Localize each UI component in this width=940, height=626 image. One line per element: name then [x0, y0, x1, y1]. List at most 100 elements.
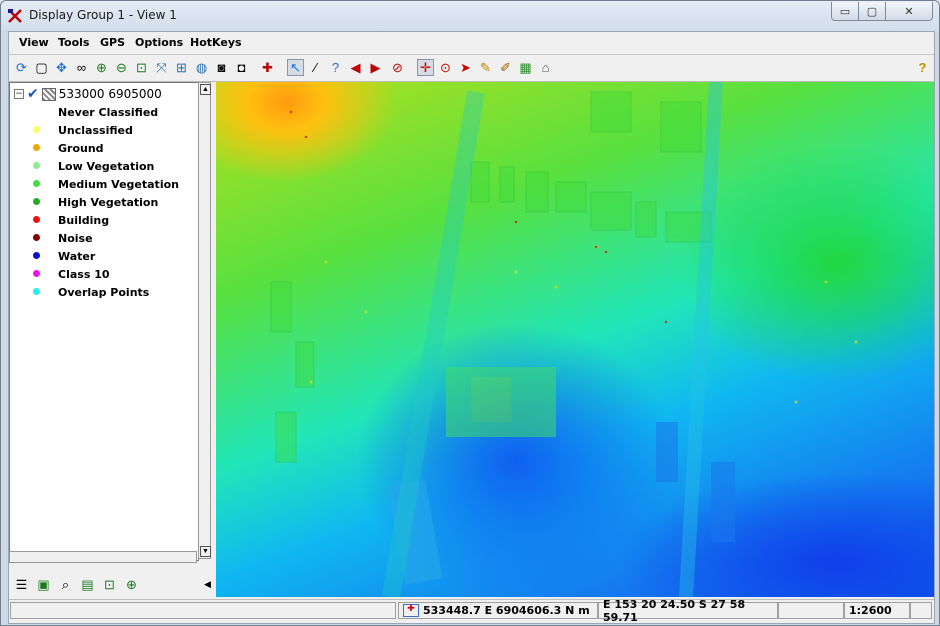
globe-icon[interactable]: ◍ [193, 59, 210, 76]
legend-color-swatch [33, 288, 40, 295]
legend-item-label: Unclassified [58, 123, 133, 137]
binoculars-icon[interactable]: ∞ [73, 59, 90, 76]
zoom-target-icon[interactable]: ⊙ [437, 59, 454, 76]
coordinate-readout: ✚ 533448.7 E 6904606.3 N m [398, 602, 598, 619]
legend-color-swatch [33, 108, 40, 115]
zoom-box-icon[interactable]: ⊡ [101, 576, 118, 593]
legend-item[interactable]: Never Classified [33, 103, 159, 121]
add-layer-icon[interactable]: ✚ [259, 59, 276, 76]
redraw-icon[interactable]: ⟳ [13, 59, 30, 76]
legend-item[interactable]: Unclassified [33, 121, 133, 139]
sketch-icon[interactable]: ✎ [477, 59, 494, 76]
legend-item-label: Ground [58, 141, 104, 155]
menu-tools[interactable]: Tools [58, 36, 89, 49]
legend-item[interactable]: Ground [33, 139, 104, 157]
zoom-in-icon[interactable]: ⊕ [123, 576, 140, 593]
help-pointer-icon[interactable]: ? [327, 59, 344, 76]
legend-toolbar: ☰ ▣ ⌕ ▤ ⊡ ⊕ ◀ [9, 572, 214, 598]
legend-item[interactable]: Medium Vegetation [33, 175, 179, 193]
zoom-out-icon[interactable]: ⊖ [113, 59, 130, 76]
status-spacer [778, 602, 844, 619]
scale-readout[interactable]: 1:2600 [844, 602, 910, 619]
full-view-icon[interactable]: ⤧ [153, 59, 170, 76]
crosshair-icon: ✚ [403, 604, 419, 617]
scroll-up-icon[interactable]: ▲ [200, 84, 211, 95]
map-icon[interactable]: ▤ [79, 576, 96, 593]
legend-color-swatch [33, 252, 40, 259]
legend-item-label: High Vegetation [58, 195, 159, 209]
legend-item[interactable]: Class 10 [33, 265, 110, 283]
app-x-icon [8, 9, 22, 23]
search-icon[interactable]: ⌕ [57, 576, 74, 593]
histogram-icon[interactable]: ▦ [517, 59, 534, 76]
legend-item[interactable]: High Vegetation [33, 193, 159, 211]
map-scale: 1:2600 [849, 604, 892, 617]
map-view[interactable] [216, 82, 934, 597]
close-button[interactable]: ✕ [885, 2, 933, 21]
legend-color-swatch [33, 180, 40, 187]
stop-icon[interactable]: ⊘ [389, 59, 406, 76]
collapse-panel-icon[interactable]: ◀ [199, 576, 216, 593]
legend-item-label: Low Vegetation [58, 159, 155, 173]
status-end [910, 602, 932, 619]
main-window: Display Group 1 - View 1 ▭ ▢ ✕ View Tool… [0, 0, 940, 626]
legend-item[interactable]: Water [33, 247, 96, 265]
menu-options[interactable]: Options [135, 36, 183, 49]
measure-icon[interactable]: ⁄ [307, 59, 324, 76]
zoom-box-icon[interactable]: ⊡ [133, 59, 150, 76]
legend-color-swatch [33, 198, 40, 205]
legend-item-label: Building [58, 213, 110, 227]
maximize-button[interactable]: ▢ [858, 2, 886, 21]
zoom-in-icon[interactable]: ⊕ [93, 59, 110, 76]
menu-view[interactable]: View [19, 36, 49, 49]
pointer-icon[interactable]: ➤ [457, 59, 474, 76]
legend-icon[interactable]: ☰ [13, 576, 30, 593]
status-message [10, 602, 396, 619]
check-icon[interactable]: ✔ [27, 86, 39, 102]
multi-view-icon[interactable]: ⊞ [173, 59, 190, 76]
legend-item[interactable]: Low Vegetation [33, 157, 155, 175]
minimize-button[interactable]: ▭ [831, 2, 859, 21]
forward-icon[interactable]: ▶ [367, 59, 384, 76]
legend-item[interactable]: Building [33, 211, 110, 229]
help-icon[interactable]: ? [914, 59, 931, 76]
legend-color-swatch [33, 270, 40, 277]
legend-item[interactable]: Overlap Points [33, 283, 149, 301]
main-toolbar: ⟳ ▢ ✥ ∞ ⊕ ⊖ ⊡ ⤧ ⊞ ◍ ◙ ◘ ✚ ↖ ⁄ ? ◀ ▶ ⊘ ✛ … [9, 55, 934, 82]
pan-icon[interactable]: ✥ [53, 59, 70, 76]
edit-icon[interactable]: ✐ [497, 59, 514, 76]
legend-vertical-scrollbar[interactable]: ▲ ▼ [198, 82, 211, 559]
legend-item-label: Water [58, 249, 96, 263]
scroll-down-icon[interactable]: ▼ [200, 546, 211, 557]
legend-color-swatch [33, 144, 40, 151]
status-bar: ✚ 533448.7 E 6904606.3 N m E 153 20 24.5… [9, 598, 934, 624]
back-icon[interactable]: ◀ [347, 59, 364, 76]
legend-item-label: Never Classified [58, 105, 159, 119]
extents-icon[interactable]: ▢ [33, 59, 50, 76]
legend-color-swatch [33, 216, 40, 223]
lidar-raster [270, 82, 858, 597]
camera-icon-2[interactable]: ◘ [233, 59, 250, 76]
menu-bar: View Tools GPS Options HotKeys [9, 32, 934, 55]
legend-panel: − ✔ 533000 6905000 Never Classified Uncla… [9, 82, 199, 561]
gps-icon[interactable]: ⌂ [537, 59, 554, 76]
legend-item-label: Medium Vegetation [58, 177, 179, 191]
layer-label: 533000 6905000 [58, 87, 162, 101]
camera-icon[interactable]: ◙ [213, 59, 230, 76]
move-icon[interactable]: ✛ [417, 59, 434, 76]
legend-color-swatch [33, 234, 40, 241]
layer-icon [41, 87, 56, 101]
layer-tree-root[interactable]: − ✔ 533000 6905000 [14, 86, 162, 102]
legend-horizontal-scrollbar[interactable] [9, 551, 197, 563]
menu-gps[interactable]: GPS [100, 36, 125, 49]
legend-item-label: Class 10 [58, 267, 110, 281]
title-bar[interactable]: Display Group 1 - View 1 ▭ ▢ ✕ [1, 1, 939, 31]
layer-icon[interactable]: ▣ [35, 576, 52, 593]
collapse-icon[interactable]: − [14, 89, 24, 99]
latlon-readout: E 153 20 24.50 S 27 58 59.71 [598, 598, 778, 624]
client-area: View Tools GPS Options HotKeys ⟳ ▢ ✥ ∞ ⊕… [8, 31, 935, 624]
select-icon[interactable]: ↖ [287, 59, 304, 76]
legend-item-label: Noise [58, 231, 93, 245]
menu-hotkeys[interactable]: HotKeys [190, 36, 242, 49]
legend-item[interactable]: Noise [33, 229, 93, 247]
